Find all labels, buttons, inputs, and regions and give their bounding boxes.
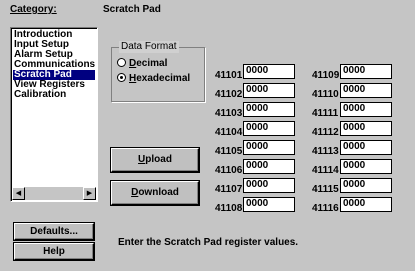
download-label: ownload	[138, 187, 179, 198]
register-value-field[interactable]: 0000	[243, 64, 295, 79]
register-label: 41105	[215, 146, 243, 157]
register-value-field[interactable]: 0000	[243, 197, 295, 212]
radio-hexadecimal[interactable]: Hexadecimal	[117, 73, 190, 84]
radio-circle	[117, 58, 126, 67]
help-button[interactable]: Help	[14, 243, 94, 260]
scroll-track[interactable]	[25, 187, 83, 200]
radio-label: exadecimal	[136, 73, 191, 84]
register-label: 41103	[215, 108, 243, 119]
register-label: 41114	[312, 165, 339, 176]
scroll-right-button[interactable]: ▶	[83, 187, 96, 200]
register-label: 41116	[312, 203, 339, 214]
category-label: Category:	[10, 4, 57, 15]
register-label: 41115	[312, 184, 339, 195]
upload-button[interactable]: Upload	[111, 148, 199, 172]
register-value-field[interactable]: 0000	[340, 197, 392, 212]
register-label: 41108	[215, 203, 243, 214]
register-label: 41111	[312, 108, 339, 119]
scroll-left-button[interactable]: ◀	[12, 187, 25, 200]
arrow-right-icon: ▶	[86, 190, 93, 197]
register-label: 41106	[215, 165, 243, 176]
defaults-button[interactable]: Defaults...	[14, 223, 94, 240]
download-button[interactable]: Download	[111, 181, 199, 205]
register-label: 41104	[215, 127, 243, 138]
upload-label: pload	[145, 154, 172, 165]
register-value-field[interactable]: 0000	[243, 83, 295, 98]
register-value-field[interactable]: 0000	[340, 140, 392, 155]
register-value-field[interactable]: 0000	[243, 159, 295, 174]
register-value-field[interactable]: 0000	[243, 140, 295, 155]
register-value-field[interactable]: 0000	[340, 121, 392, 136]
arrow-left-icon: ◀	[15, 190, 22, 197]
register-label: 41112	[312, 127, 339, 138]
data-format-title: Data Format	[119, 41, 179, 53]
register-value-field[interactable]: 0000	[340, 178, 392, 193]
register-value-field[interactable]: 0000	[243, 102, 295, 117]
register-value-field[interactable]: 0000	[340, 102, 392, 117]
radio-decimal[interactable]: Decimal	[117, 58, 167, 69]
register-label: 41109	[312, 70, 340, 81]
download-mnemonic: D	[131, 187, 139, 198]
radio-label: ecimal	[136, 58, 168, 69]
register-value-field[interactable]: 0000	[340, 159, 392, 174]
status-text: Enter the Scratch Pad register values.	[118, 237, 299, 248]
panel-title: Scratch Pad	[103, 4, 161, 15]
upload-mnemonic: U	[138, 154, 146, 165]
category-items: Introduction Input Setup Alarm Setup Commun…	[13, 30, 95, 100]
register-label: 41110	[312, 89, 339, 100]
register-value-field[interactable]: 0000	[243, 121, 295, 136]
category-list[interactable]: Introduction Input Setup Alarm Setup Commun…	[10, 27, 98, 202]
register-label: 41113	[312, 146, 339, 157]
register-value-field[interactable]: 0000	[243, 178, 295, 193]
dialog-window: Category: Scratch Pad Introduction Input …	[0, 0, 415, 271]
category-item[interactable]: Calibration	[13, 90, 95, 100]
register-label: 41101	[215, 70, 243, 81]
register-label: 41102	[215, 89, 243, 100]
data-format-group: Data Format Decimal Hexadecimal	[111, 41, 205, 102]
radio-circle	[117, 73, 126, 82]
register-label: 41107	[215, 184, 243, 195]
register-value-field[interactable]: 0000	[340, 64, 392, 79]
horizontal-scrollbar[interactable]: ◀ ▶	[12, 187, 96, 200]
register-value-field[interactable]: 0000	[340, 83, 392, 98]
